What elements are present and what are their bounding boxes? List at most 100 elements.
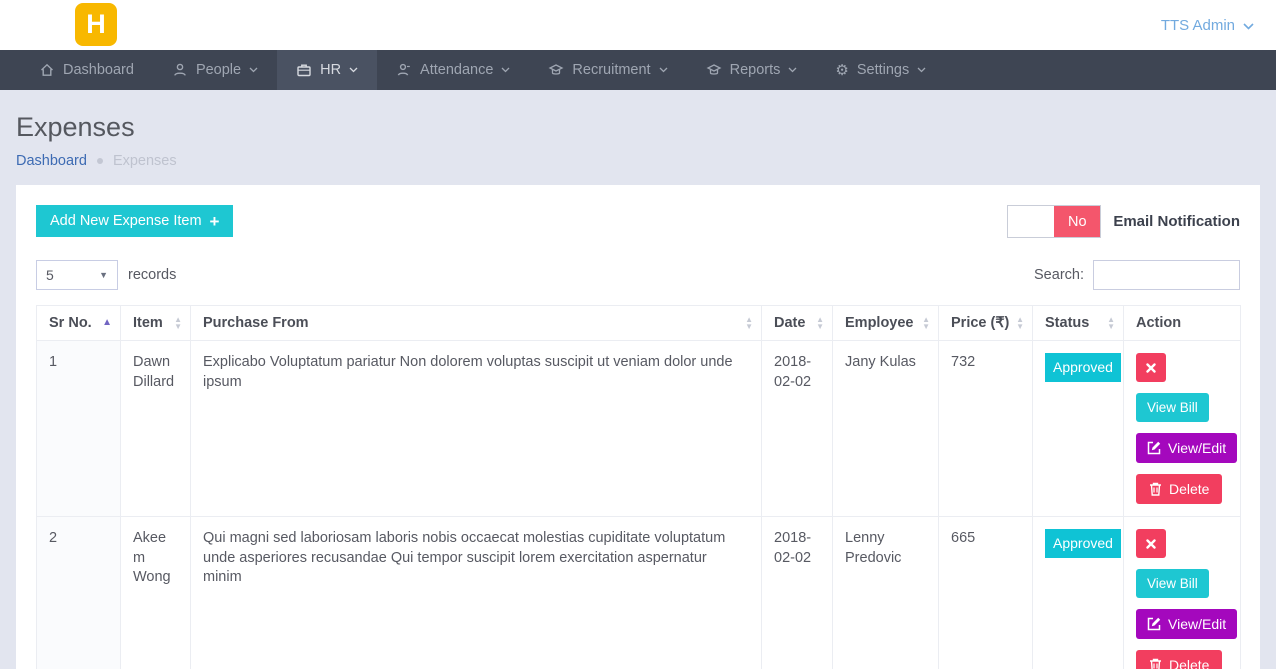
column-label: Employee (845, 315, 914, 331)
button-label: View Bill (1147, 576, 1198, 591)
cell-price: 732 (939, 341, 1033, 517)
main-navbar: Dashboard People HR Attendance Recruitme… (0, 50, 1276, 90)
view-bill-button[interactable]: View Bill (1136, 393, 1209, 422)
expenses-table: Sr No. ▲ Item ▲▼ Purchase From ▲▼ Date ▲… (36, 305, 1241, 669)
button-label: View/Edit (1168, 440, 1226, 456)
dismiss-button[interactable] (1136, 353, 1166, 382)
breadcrumb-current: Expenses (113, 153, 177, 169)
nav-item-dashboard[interactable]: Dashboard (20, 50, 153, 90)
records-label: records (128, 267, 176, 283)
column-header-status[interactable]: Status ▲▼ (1033, 306, 1124, 341)
add-button-label: Add New Expense Item (50, 213, 202, 229)
chevron-down-icon (501, 67, 510, 73)
cell-status: Approved (1033, 517, 1124, 669)
records-select-value: 5 (46, 267, 54, 283)
cell-date: 2018-02-02 (762, 517, 833, 669)
column-header-action: Action (1124, 306, 1241, 341)
chevron-down-icon (349, 67, 358, 73)
close-icon (1146, 539, 1156, 549)
button-label: Delete (1169, 481, 1209, 497)
user-menu[interactable]: TTS Admin (1161, 0, 1254, 50)
nav-label: People (196, 62, 241, 78)
dismiss-button[interactable] (1136, 529, 1166, 558)
cell-employee: Jany Kulas (833, 341, 939, 517)
chevron-down-icon (917, 67, 926, 73)
cell-purchase-from: Explicabo Voluptatum pariatur Non dolore… (191, 341, 762, 517)
column-label: Price (₹) (951, 315, 1009, 331)
sort-both-icon: ▲▼ (174, 316, 182, 330)
breadcrumb-separator (97, 158, 103, 164)
column-header-item[interactable]: Item ▲▼ (121, 306, 191, 341)
toggle-state-label: No (1054, 206, 1100, 237)
column-header-employee[interactable]: Employee ▲▼ (833, 306, 939, 341)
cell-purchase-from: Qui magni sed laboriosam laboris nobis o… (191, 517, 762, 669)
chevron-down-icon (659, 67, 668, 73)
button-label: View Bill (1147, 400, 1198, 415)
column-header-sr-no[interactable]: Sr No. ▲ (37, 306, 121, 341)
page-header: Expenses Dashboard Expenses (0, 90, 1276, 169)
cell-price: 665 (939, 517, 1033, 669)
action-buttons: View Bill View/Edit Delete (1136, 353, 1228, 504)
view-edit-button[interactable]: View/Edit (1136, 433, 1237, 463)
status-badge: Approved (1045, 529, 1121, 558)
nav-label: HR (320, 62, 341, 78)
edit-icon (1147, 617, 1161, 631)
column-label: Date (774, 315, 805, 331)
reports-icon (706, 62, 722, 78)
toggle-off-half (1008, 206, 1054, 237)
trash-icon (1149, 482, 1162, 496)
column-header-date[interactable]: Date ▲▼ (762, 306, 833, 341)
table-header-row: Sr No. ▲ Item ▲▼ Purchase From ▲▼ Date ▲… (37, 306, 1241, 341)
plus-icon: + (210, 213, 220, 230)
sort-asc-icon: ▲ (102, 318, 112, 328)
briefcase-icon (296, 62, 312, 78)
sort-both-icon: ▲▼ (816, 316, 824, 330)
nav-item-people[interactable]: People (153, 50, 277, 90)
cell-status: Approved (1033, 341, 1124, 517)
button-label: View/Edit (1168, 616, 1226, 632)
cell-item: Akeem Wong (121, 517, 191, 669)
logo-letter: H (86, 9, 106, 40)
nav-label: Reports (730, 62, 781, 78)
delete-button[interactable]: Delete (1136, 650, 1222, 669)
recruitment-icon (548, 62, 564, 78)
sort-both-icon: ▲▼ (745, 316, 753, 330)
add-expense-button[interactable]: Add New Expense Item + (36, 205, 233, 237)
column-header-price[interactable]: Price (₹) ▲▼ (939, 306, 1033, 341)
cell-actions: View Bill View/Edit Delete (1124, 517, 1241, 669)
sort-both-icon: ▲▼ (1016, 316, 1024, 330)
chevron-down-icon (249, 67, 258, 73)
nav-item-attendance[interactable]: Attendance (377, 50, 529, 90)
nav-item-reports[interactable]: Reports (687, 50, 817, 90)
nav-item-settings[interactable]: ⚙ Settings (816, 50, 945, 90)
nav-item-recruitment[interactable]: Recruitment (529, 50, 686, 90)
top-bar: H TTS Admin (0, 0, 1276, 50)
view-bill-button[interactable]: View Bill (1136, 569, 1209, 598)
nav-label: Dashboard (63, 62, 134, 78)
records-control: 5 ▼ records (36, 260, 176, 290)
attendance-icon (396, 62, 412, 78)
column-header-purchase-from[interactable]: Purchase From ▲▼ (191, 306, 762, 341)
delete-button[interactable]: Delete (1136, 474, 1222, 504)
app-logo[interactable]: H (75, 3, 117, 46)
select-arrow-icon: ▼ (99, 270, 108, 280)
email-notification-toggle[interactable]: No (1007, 205, 1101, 238)
page-title: Expenses (16, 112, 1260, 143)
search-input[interactable] (1093, 260, 1240, 290)
column-label: Item (133, 315, 163, 331)
nav-item-hr[interactable]: HR (277, 50, 377, 90)
breadcrumb-dashboard-link[interactable]: Dashboard (16, 153, 87, 169)
column-label: Sr No. (49, 315, 92, 331)
user-menu-label: TTS Admin (1161, 17, 1235, 34)
list-controls: 5 ▼ records Search: (36, 260, 1240, 290)
records-select[interactable]: 5 ▼ (36, 260, 118, 290)
sort-both-icon: ▲▼ (1107, 316, 1115, 330)
search-control: Search: (1034, 260, 1240, 290)
view-edit-button[interactable]: View/Edit (1136, 609, 1237, 639)
column-label: Purchase From (203, 315, 309, 331)
column-label: Status (1045, 315, 1089, 331)
chevron-down-icon (1243, 17, 1254, 34)
action-buttons: View Bill View/Edit Delete (1136, 529, 1228, 669)
home-icon (39, 62, 55, 78)
cell-date: 2018-02-02 (762, 341, 833, 517)
